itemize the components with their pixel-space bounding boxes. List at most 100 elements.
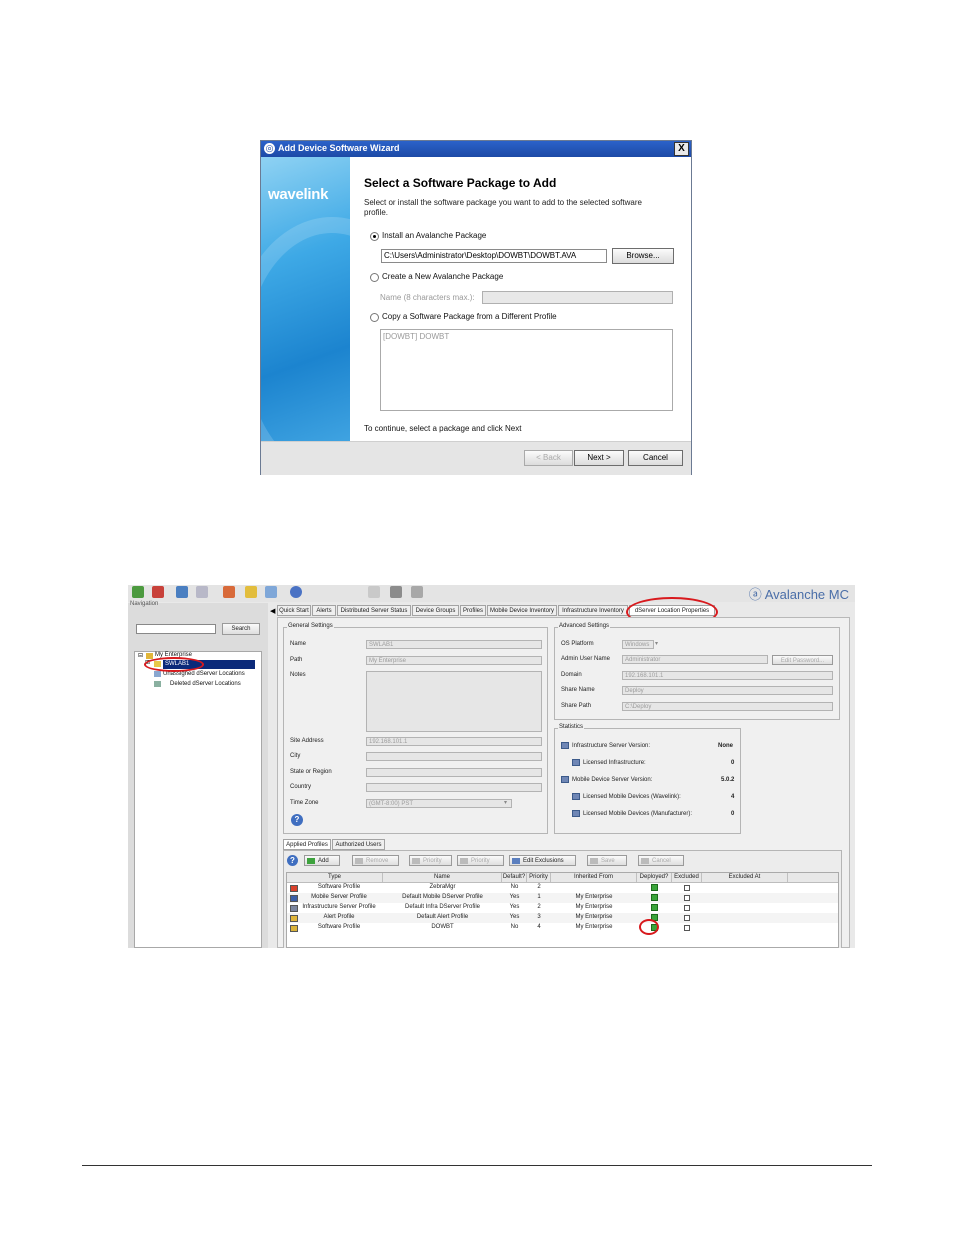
report-icon[interactable] xyxy=(196,586,208,598)
state-field[interactable] xyxy=(366,768,542,777)
share-path-label: Share Path xyxy=(561,703,592,709)
cell-name: Default Alert Profile xyxy=(416,914,469,920)
copy-package-list-item[interactable]: [DOWBT] DOWBT xyxy=(383,332,449,341)
header-default[interactable]: Default? xyxy=(502,873,527,882)
edit-exclusions-icon xyxy=(512,858,520,864)
avalanche-console: ⓐ Avalanche MC Navigation Search ⊟ My En… xyxy=(128,585,855,948)
site-address-field[interactable]: 192.168.101.1 xyxy=(366,737,542,746)
excluded-checkbox[interactable] xyxy=(684,895,690,901)
header-priority[interactable]: Priority xyxy=(527,873,551,882)
excluded-checkbox[interactable] xyxy=(684,905,690,911)
alert-icon[interactable] xyxy=(152,586,164,598)
priority-up-button[interactable]: Priority xyxy=(409,855,452,866)
edit-icon[interactable] xyxy=(368,586,380,598)
admin-user-field[interactable]: Administrator xyxy=(622,655,768,664)
share-name-field[interactable]: Deploy xyxy=(622,686,833,695)
save-icon[interactable] xyxy=(390,586,402,598)
tab-device-groups[interactable]: Device Groups xyxy=(412,605,459,616)
package-name-label: Name (8 characters max.): xyxy=(380,293,475,302)
header-excluded-at[interactable]: Excluded At xyxy=(702,873,788,882)
tab-applied-profiles[interactable]: Applied Profiles xyxy=(283,839,331,850)
table-row[interactable]: Mobile Server Profile Default Mobile DSer… xyxy=(287,893,838,903)
tools-icon[interactable] xyxy=(411,586,423,598)
tab-infrastructure-inventory[interactable]: Infrastructure Inventory xyxy=(558,605,628,616)
header-excluded[interactable]: Excluded xyxy=(672,873,702,882)
help-icon[interactable] xyxy=(290,586,302,598)
license-icon xyxy=(572,793,580,800)
navigation-label: Navigation xyxy=(130,601,159,607)
create-package-label: Create a New Avalanche Package xyxy=(382,272,504,281)
header-deployed[interactable]: Deployed? xyxy=(637,873,672,882)
tab-alerts[interactable]: Alerts xyxy=(312,605,336,616)
copy-package-label: Copy a Software Package from a Different… xyxy=(382,312,557,321)
copy-package-radio[interactable] xyxy=(370,313,379,322)
save-label: Save xyxy=(601,858,615,864)
infrastructure-server-icon xyxy=(561,742,569,749)
edit-password-button[interactable]: Edit Password... xyxy=(772,655,833,665)
next-button[interactable]: Next > xyxy=(574,450,624,466)
table-row[interactable]: Software Profile DOWBT No 4 My Enterprise xyxy=(287,923,838,933)
tab-authorized-users[interactable]: Authorized Users xyxy=(332,839,385,850)
city-field[interactable] xyxy=(366,752,542,761)
tab-profiles[interactable]: Profiles xyxy=(460,605,486,616)
time-zone-select[interactable]: (GMT-8:00) PST xyxy=(366,799,512,808)
chevron-down-icon[interactable]: ▾ xyxy=(655,640,658,647)
excluded-checkbox[interactable] xyxy=(684,925,690,931)
tab-distributed-server-status[interactable]: Distributed Server Status xyxy=(337,605,411,616)
remove-profile-button[interactable]: Remove xyxy=(352,855,399,866)
tab-mobile-device-inventory[interactable]: Mobile Device Inventory xyxy=(487,605,557,616)
tab-quick-start[interactable]: Quick Start xyxy=(277,605,311,616)
wavelink-logo: wavelink xyxy=(268,186,329,203)
tree-expander[interactable]: ⊟ xyxy=(138,652,143,659)
tree-item-deleted[interactable]: Deleted dServer Locations xyxy=(170,681,241,687)
cell-default: Yes xyxy=(509,914,520,920)
name-field[interactable]: SWLAB1 xyxy=(366,640,542,649)
notes-field[interactable] xyxy=(366,671,542,732)
cancel-icon xyxy=(641,858,649,864)
excluded-checkbox[interactable] xyxy=(684,885,690,891)
network-icon[interactable] xyxy=(176,586,188,598)
wizard-titlebar: ◎ Add Device Software Wizard X xyxy=(261,141,691,157)
help-icon[interactable]: ? xyxy=(291,814,303,826)
nav-search-input[interactable] xyxy=(136,624,216,634)
path-field[interactable]: My Enterprise xyxy=(366,656,542,665)
add-profile-button[interactable]: Add xyxy=(304,855,340,866)
install-package-radio[interactable] xyxy=(370,232,379,241)
country-field[interactable] xyxy=(366,783,542,792)
cancel-button[interactable]: Cancel xyxy=(628,450,683,466)
export-icon[interactable] xyxy=(265,586,277,598)
browse-button[interactable]: Browse... xyxy=(612,248,674,264)
wizard-app-icon: ◎ xyxy=(264,143,275,154)
header-type[interactable]: Type xyxy=(287,873,383,882)
create-package-radio[interactable] xyxy=(370,273,379,282)
cancel-profiles-button[interactable]: Cancel xyxy=(638,855,684,866)
nav-search-button[interactable]: Search xyxy=(222,623,260,635)
deploy-icon[interactable] xyxy=(223,586,235,598)
cell-default: Yes xyxy=(509,904,520,910)
folder-icon[interactable] xyxy=(245,586,257,598)
back-button[interactable]: < Back xyxy=(524,450,573,466)
share-path-field[interactable]: C:\Deploy xyxy=(622,702,833,711)
dserver-location-properties-panel: General Settings Name SWLAB1 Path My Ent… xyxy=(277,617,850,948)
globe-icon[interactable] xyxy=(132,586,144,598)
chevron-down-icon[interactable]: ▾ xyxy=(504,799,507,806)
table-row[interactable]: Infrastructure Server Profile Default Inf… xyxy=(287,903,838,913)
cell-default: No xyxy=(510,884,519,890)
table-row[interactable]: Software Profile ZebraMgr No 2 xyxy=(287,883,838,893)
header-name[interactable]: Name xyxy=(383,873,502,882)
package-name-input[interactable] xyxy=(482,291,673,304)
table-row[interactable]: Alert Profile Default Alert Profile Yes 3 My… xyxy=(287,913,838,923)
header-inherited-from[interactable]: Inherited From xyxy=(551,873,637,882)
priority-down-button[interactable]: Priority xyxy=(457,855,504,866)
domain-field[interactable]: 192.168.101.1 xyxy=(622,671,833,680)
copy-package-list[interactable]: [DOWBT] DOWBT xyxy=(380,329,673,411)
excluded-checkbox[interactable] xyxy=(684,915,690,921)
package-path-input[interactable]: C:\Users\Administrator\Desktop\DOWBT\DOW… xyxy=(381,249,607,263)
wizard-close-button[interactable]: X xyxy=(674,142,689,156)
collapse-arrow-icon[interactable]: ◀ xyxy=(270,607,275,615)
edit-exclusions-button[interactable]: Edit Exclusions xyxy=(509,855,576,866)
save-profiles-button[interactable]: Save xyxy=(587,855,627,866)
licensed-infra-value: 0 xyxy=(731,760,735,766)
cell-priority: 2 xyxy=(537,904,541,910)
os-platform-select[interactable]: Windows xyxy=(622,640,654,649)
